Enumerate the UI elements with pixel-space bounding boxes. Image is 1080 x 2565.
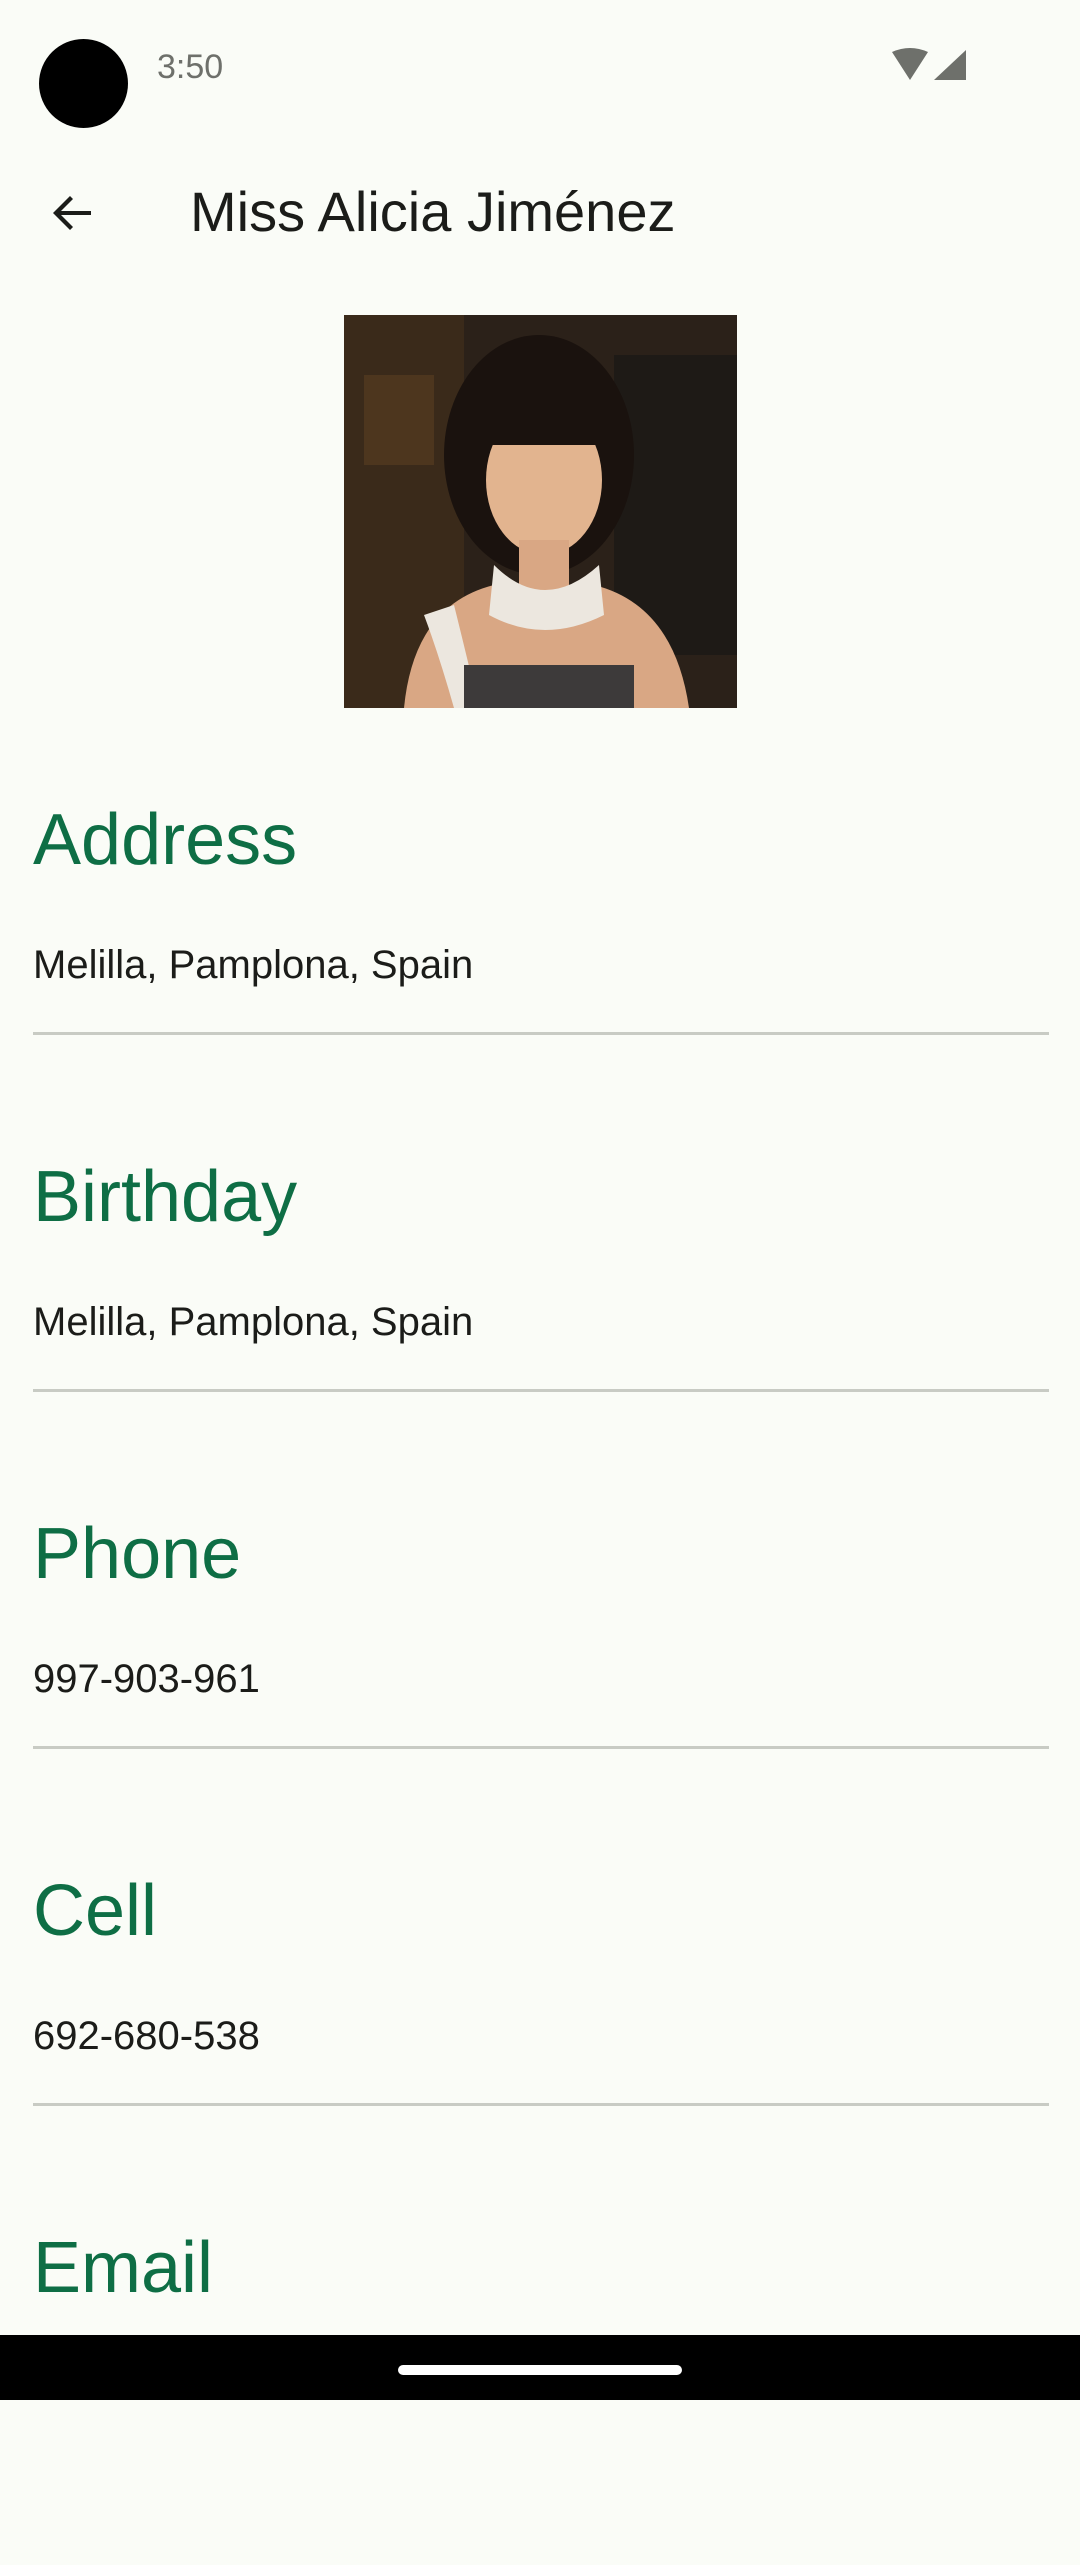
status-time: 3:50 (157, 48, 224, 86)
field-label: Address (33, 800, 298, 880)
field-value[interactable]: 997-903-961 (33, 1654, 260, 1704)
page-title: Miss Alicia Jiménez (190, 180, 676, 243)
field-value: Melilla, Pamplona, Spain (33, 1300, 474, 1344)
cell-signal-icon (934, 50, 966, 80)
app-bar: Miss Alicia Jiménez (0, 140, 1080, 280)
profile-photo (344, 315, 737, 708)
field-cell: Cell 692-680-538 (33, 1851, 1049, 2208)
divider (33, 1032, 1049, 1035)
field-value[interactable]: 692-680-538 (33, 2011, 260, 2061)
camera-cutout (39, 39, 128, 128)
field-phone: Phone 997-903-961 (33, 1494, 1049, 1851)
divider (33, 1746, 1049, 1749)
status-icons (890, 48, 970, 84)
contact-details: Address Melilla, Pamplona, Spain Birthda… (33, 780, 1049, 2565)
navigation-bar (0, 2335, 1080, 2400)
field-birthday: Birthday Melilla, Pamplona, Spain (33, 1137, 1049, 1494)
arrow-back-icon (53, 196, 91, 230)
field-address: Address Melilla, Pamplona, Spain (33, 780, 1049, 1137)
field-label: Phone (33, 1514, 242, 1594)
divider (33, 2103, 1049, 2106)
field-label: Email (33, 2228, 214, 2308)
status-bar: 3:50 (0, 0, 1080, 140)
divider (33, 1389, 1049, 1392)
back-button[interactable] (30, 170, 116, 256)
field-label: Cell (33, 1871, 158, 1951)
wifi-icon (892, 48, 928, 80)
field-label: Birthday (33, 1157, 298, 1237)
field-value: Melilla, Pamplona, Spain (33, 943, 474, 987)
home-gesture-handle[interactable] (398, 2365, 682, 2375)
